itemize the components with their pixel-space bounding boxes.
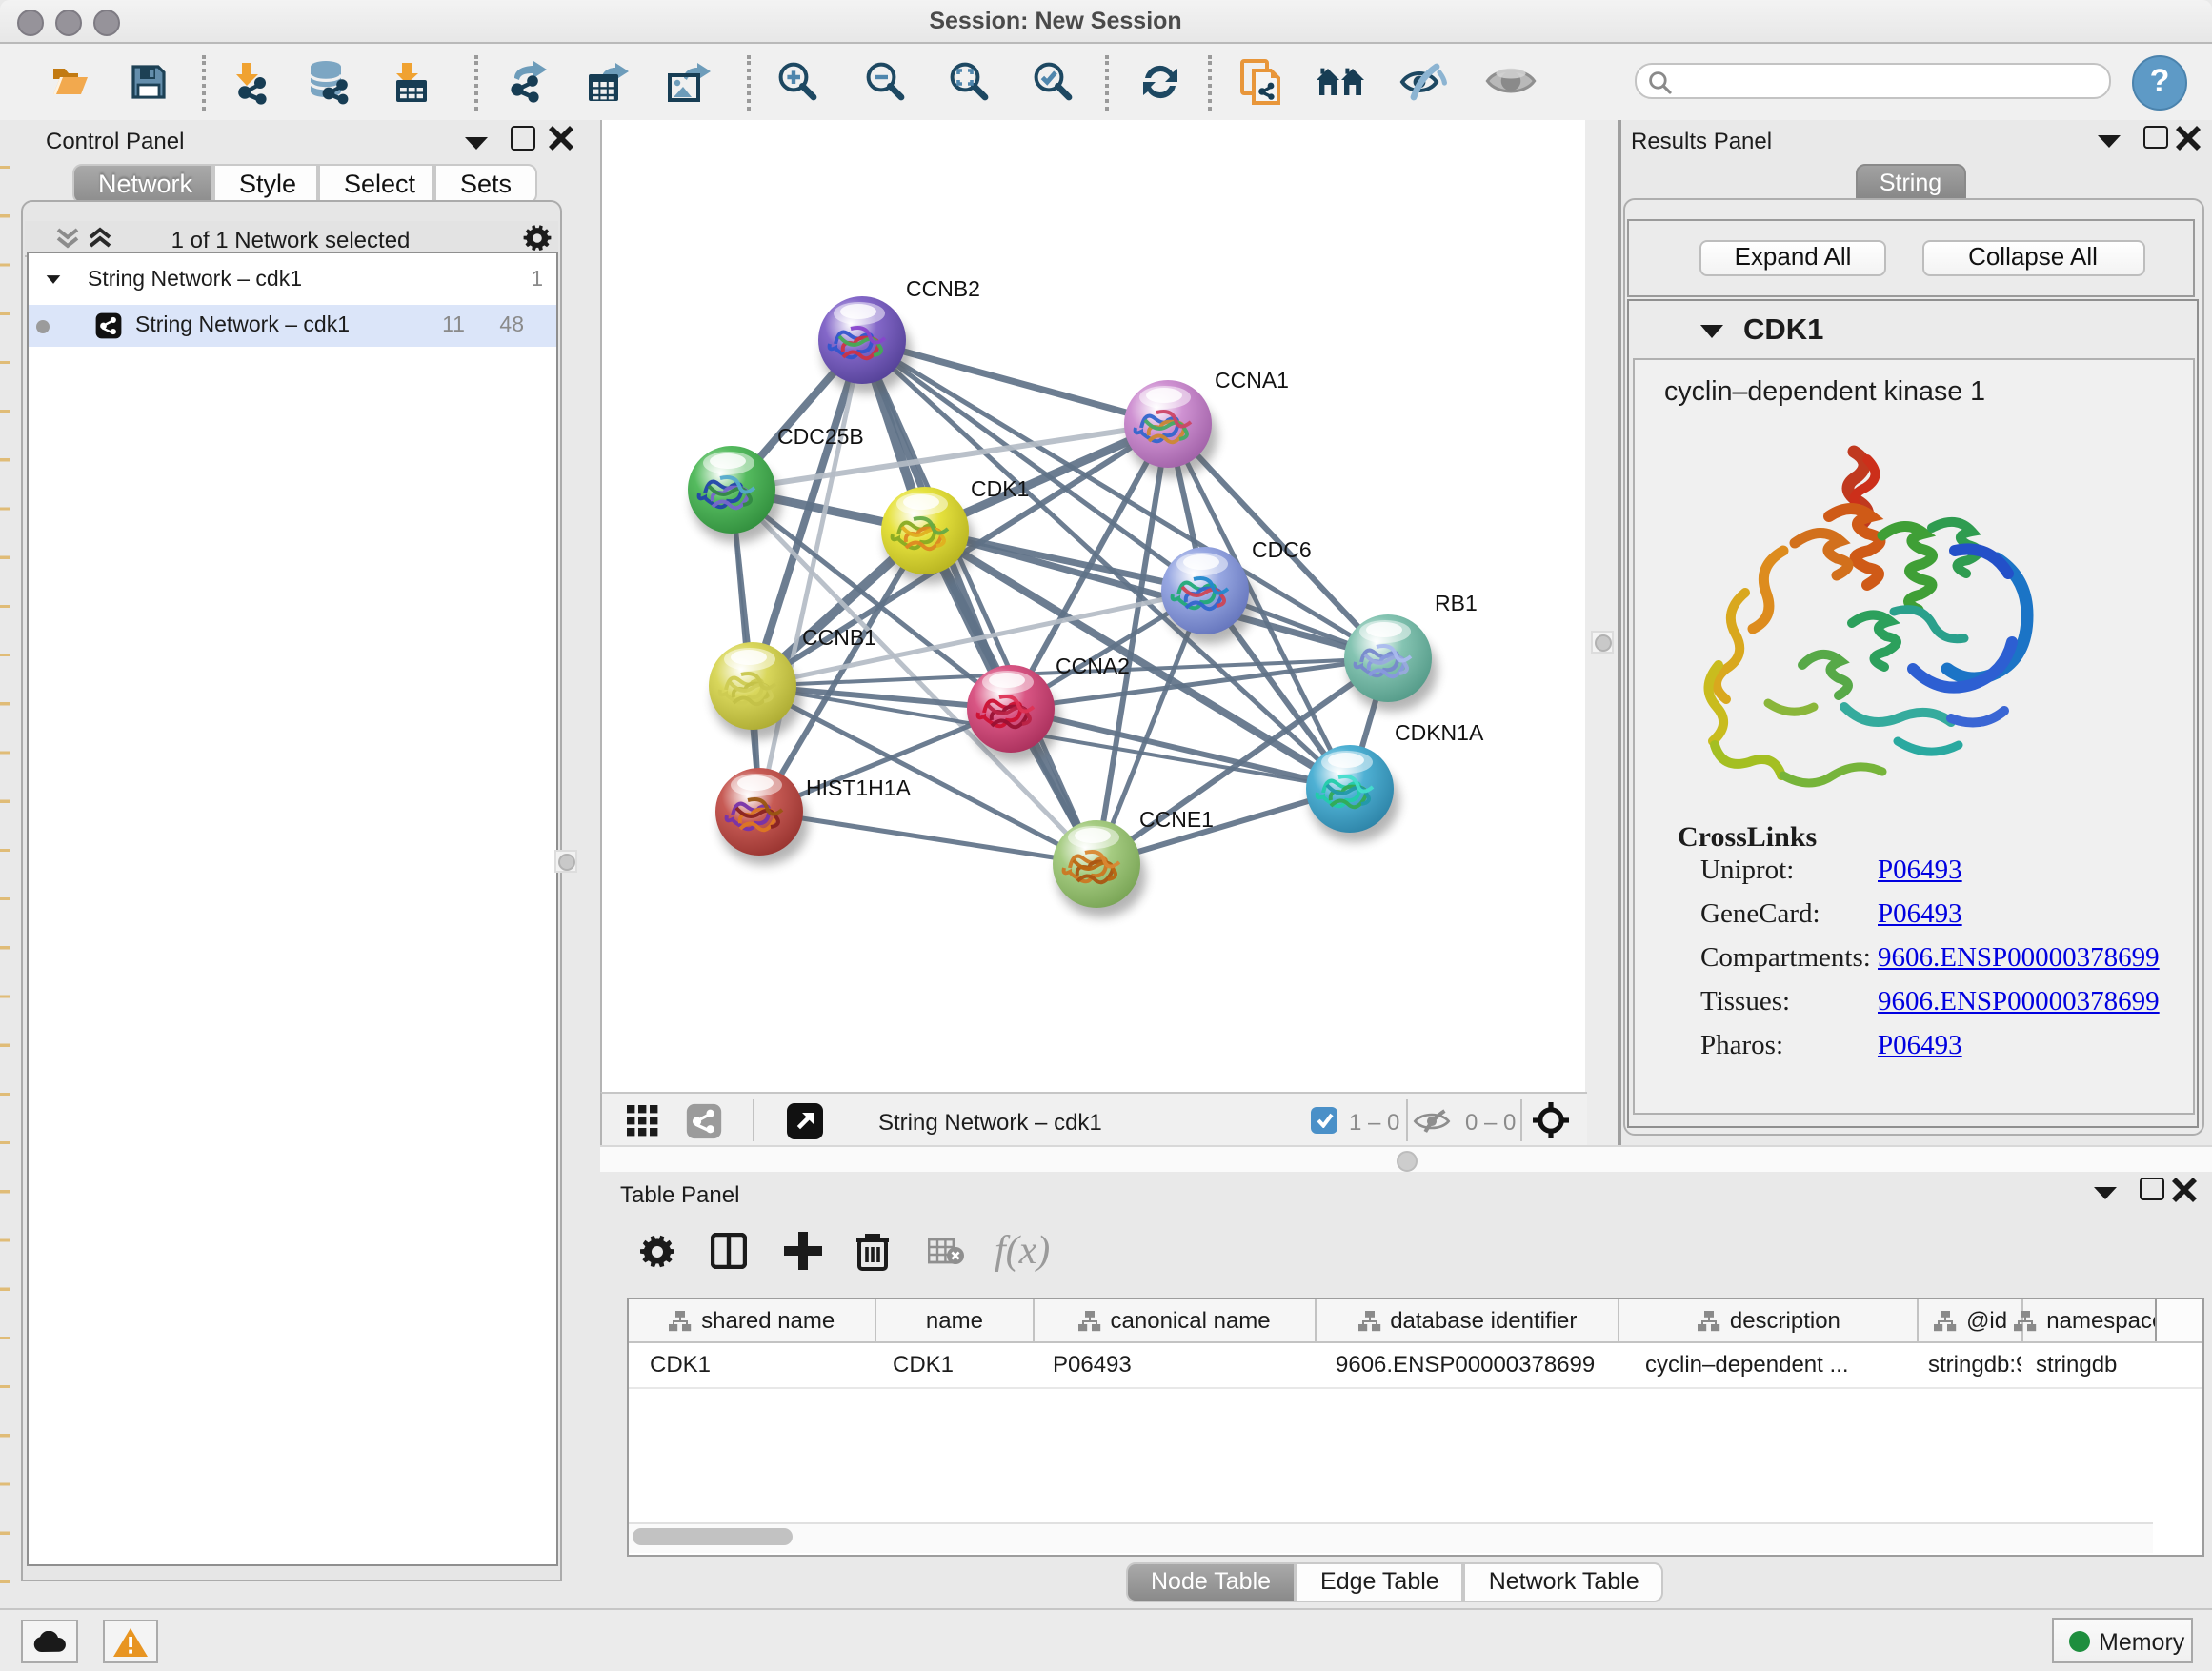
svg-text:CCNE1: CCNE1 — [1139, 807, 1214, 832]
svg-text:CCNB2: CCNB2 — [906, 276, 980, 301]
svg-text:CCNA2: CCNA2 — [1056, 654, 1130, 678]
svg-text:CDKN1A: CDKN1A — [1395, 720, 1484, 745]
svg-text:CCNA1: CCNA1 — [1215, 368, 1289, 393]
svg-text:RB1: RB1 — [1435, 591, 1478, 615]
svg-text:CCNB1: CCNB1 — [802, 625, 876, 650]
svg-text:HIST1H1A: HIST1H1A — [806, 775, 912, 800]
svg-text:CDK1: CDK1 — [971, 476, 1029, 501]
svg-text:CDC6: CDC6 — [1252, 537, 1312, 562]
svg-text:CDC25B: CDC25B — [777, 424, 864, 449]
